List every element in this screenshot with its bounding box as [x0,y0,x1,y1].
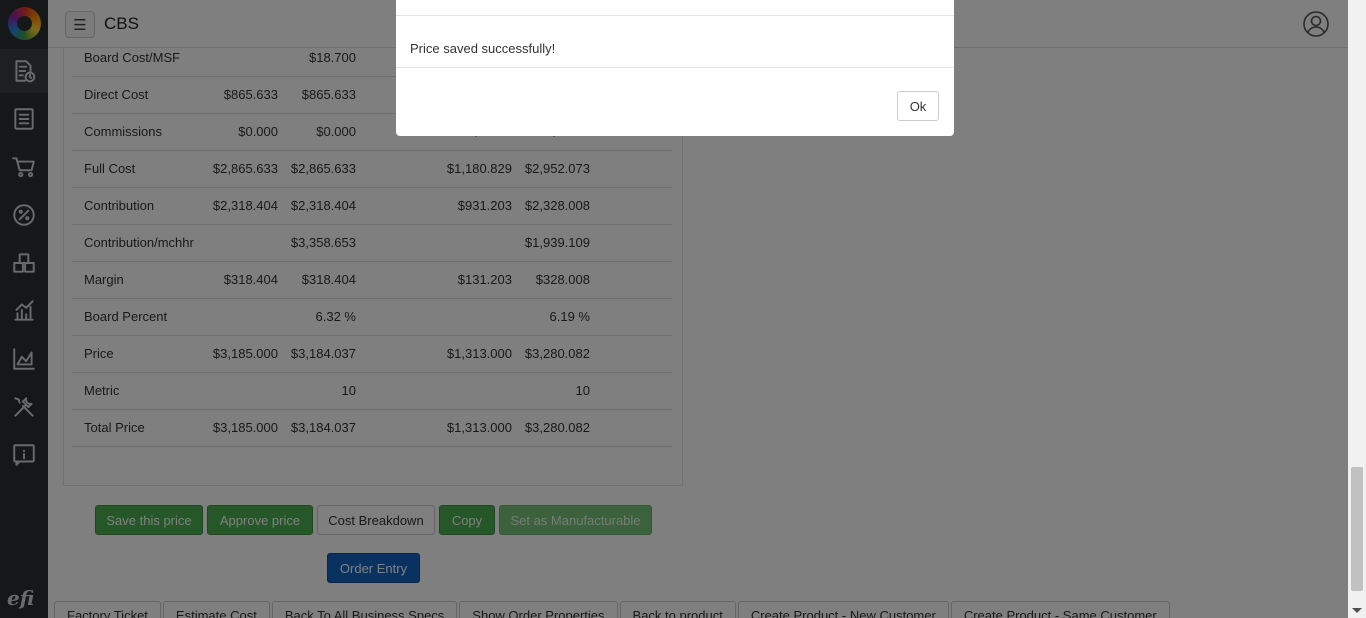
page-scrollbar[interactable] [1348,0,1366,618]
dialog-header [396,0,954,16]
dialog-message: Price saved successfully! [396,16,954,68]
ok-button[interactable]: Ok [897,91,939,121]
scrollbar-thumb[interactable] [1351,467,1363,591]
success-dialog: Price saved successfully! Ok [396,0,954,136]
scroll-down-arrow-icon[interactable] [1352,608,1362,613]
